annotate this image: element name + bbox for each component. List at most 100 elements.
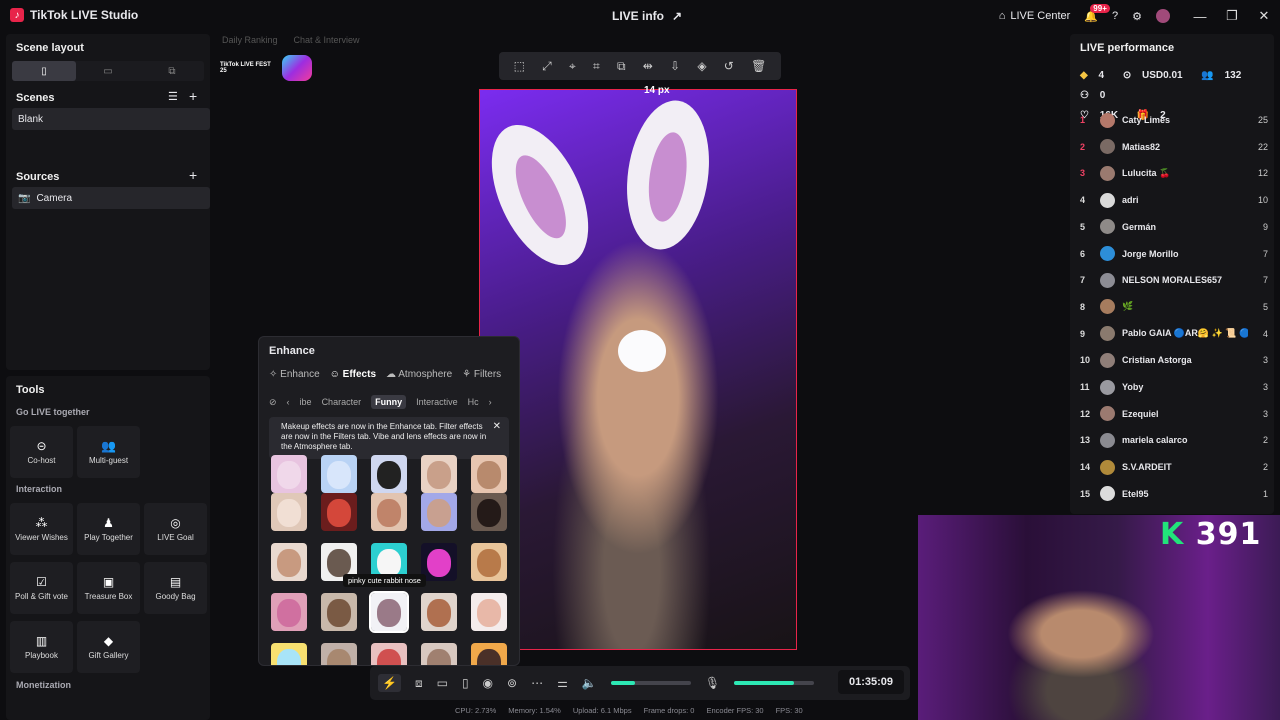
- leaderboard-row[interactable]: 15 Etel95 1: [1080, 484, 1268, 504]
- chat-interview-tab[interactable]: Chat & Interview: [294, 35, 360, 45]
- chevron-left-icon[interactable]: ‹: [287, 397, 290, 407]
- no-effect-icon[interactable]: ⊘: [269, 397, 277, 408]
- copy-icon[interactable]: ⧉: [617, 59, 626, 74]
- mic-slider[interactable]: [734, 681, 815, 685]
- leaderboard-row[interactable]: 6 Jorge Morillo 7: [1080, 244, 1268, 264]
- leaderboard-row[interactable]: 10 Cristian Astorga 3: [1080, 350, 1268, 370]
- speaker-icon[interactable]: 🔈: [582, 676, 597, 690]
- minimize-button[interactable]: —: [1184, 9, 1216, 24]
- tab-effects[interactable]: ☺ Effects: [330, 369, 376, 380]
- effect-thumbnail[interactable]: [421, 455, 457, 493]
- chevron-right-icon[interactable]: ›: [489, 397, 492, 407]
- playbook-button[interactable]: ▥ Playbook: [10, 621, 73, 673]
- leaderboard-row[interactable]: 12 Ezequiel 3: [1080, 404, 1268, 424]
- effect-thumbnail[interactable]: [321, 455, 357, 493]
- notifications-button[interactable]: 🔔 99+: [1084, 3, 1110, 23]
- effect-thumbnail[interactable]: [471, 593, 507, 631]
- effect-thumbnail[interactable]: [471, 493, 507, 531]
- phone-icon[interactable]: ▯: [462, 676, 469, 690]
- crop-icon[interactable]: ⌗: [593, 59, 600, 74]
- category-interactive[interactable]: Interactive: [416, 397, 458, 407]
- trash-icon[interactable]: 🗑: [751, 59, 766, 73]
- layout-landscape-button[interactable]: ▭: [76, 61, 140, 81]
- live-info-button[interactable]: LIVE info ↗: [612, 9, 682, 23]
- daily-ranking-tab[interactable]: Daily Ranking: [222, 35, 278, 45]
- effect-thumbnail[interactable]: [421, 543, 457, 581]
- tab-atmosphere[interactable]: ☁ Atmosphere: [386, 369, 452, 380]
- viewer-wishes-button[interactable]: ⁂ Viewer Wishes: [10, 503, 73, 555]
- expand-icon[interactable]: ⤢: [542, 59, 552, 74]
- effect-thumbnail[interactable]: [321, 493, 357, 531]
- treasure-box-button[interactable]: ▣ Treasure Box: [77, 562, 140, 614]
- leaderboard-row[interactable]: 13 mariela calarco 2: [1080, 430, 1268, 450]
- leaderboard-row[interactable]: 5 Germán 9: [1080, 217, 1268, 237]
- layers-icon[interactable]: ◈: [697, 59, 706, 73]
- effect-thumbnail[interactable]: [371, 455, 407, 493]
- effect-thumbnail[interactable]: [271, 593, 307, 631]
- rotate-icon[interactable]: ↺: [724, 59, 734, 73]
- goody-bag-button[interactable]: ▤ Goody Bag: [144, 562, 207, 614]
- leaderboard-row[interactable]: 3 Lulucita 🍒 12: [1080, 163, 1268, 183]
- leaderboard-row[interactable]: 9 Pablo GAIA 🔵AR🤗 ✨ 📜 🔵 4: [1080, 324, 1268, 344]
- maximize-button[interactable]: ❐: [1216, 8, 1248, 24]
- tab-filters[interactable]: ⚘ Filters: [462, 369, 501, 380]
- category-vibe[interactable]: ibe: [300, 397, 312, 407]
- media-icon[interactable]: ▭: [437, 676, 448, 690]
- leaderboard-row[interactable]: 1 Caty Limes 25: [1080, 110, 1268, 130]
- effect-thumbnail[interactable]: [271, 455, 307, 493]
- align-icon[interactable]: ⇩: [670, 59, 680, 73]
- category-funny[interactable]: Funny: [371, 395, 407, 409]
- add-source-button[interactable]: +: [189, 167, 197, 183]
- effect-thumbnail[interactable]: [421, 643, 457, 665]
- effect-thumbnail[interactable]: [271, 643, 307, 665]
- play-together-button[interactable]: ♟ Play Together: [77, 503, 140, 555]
- layout-portrait-button[interactable]: ▯: [12, 61, 76, 81]
- effect-thumbnail[interactable]: [421, 593, 457, 631]
- gift-gallery-button[interactable]: ◆ Gift Gallery: [77, 621, 140, 673]
- microphone-icon[interactable]: 🎙: [705, 676, 720, 690]
- avatar[interactable]: [1156, 9, 1170, 23]
- effect-thumbnail[interactable]: [421, 493, 457, 531]
- help-button[interactable]: ?: [1112, 10, 1118, 22]
- tab-enhance[interactable]: ✧ Enhance: [269, 369, 320, 380]
- scene-item[interactable]: Blank: [12, 108, 210, 130]
- close-button[interactable]: ✕: [1248, 8, 1280, 24]
- screenshot-icon[interactable]: ⊚: [507, 676, 517, 690]
- record-icon[interactable]: ◉: [483, 676, 493, 690]
- settings-button[interactable]: ⚙: [1132, 10, 1142, 23]
- source-item[interactable]: 📷 Camera: [12, 187, 210, 209]
- multi-guest-button[interactable]: 👥 Multi-guest: [77, 426, 140, 478]
- category-more[interactable]: Hc: [468, 397, 479, 407]
- mixer-icon[interactable]: ⚌: [557, 676, 568, 690]
- effect-thumbnail[interactable]: [369, 591, 409, 633]
- effect-thumbnail[interactable]: [321, 593, 357, 631]
- volume-slider[interactable]: [610, 681, 691, 685]
- leaderboard-row[interactable]: 11 Yoby 3: [1080, 377, 1268, 397]
- flip-icon[interactable]: ⇹: [643, 59, 653, 73]
- effect-thumbnail[interactable]: [371, 493, 407, 531]
- more-icon[interactable]: ⋯: [531, 676, 543, 690]
- co-host-button[interactable]: ⊝ Co-host: [10, 426, 73, 478]
- live-center-button[interactable]: ⌂ LIVE Center: [999, 10, 1071, 22]
- live-goal-button[interactable]: ◎ LIVE Goal: [144, 503, 207, 555]
- leaderboard-row[interactable]: 7 NELSON MORALES657 7: [1080, 270, 1268, 290]
- select-icon[interactable]: ⬚: [514, 59, 525, 73]
- add-scene-button[interactable]: +: [189, 88, 197, 104]
- effect-thumbnail[interactable]: [371, 643, 407, 665]
- leaderboard-row[interactable]: 14 S.V.ARDEIT 2: [1080, 457, 1268, 477]
- close-icon[interactable]: ✕: [493, 422, 501, 432]
- effects-icon[interactable]: ⧈: [415, 676, 423, 691]
- scenes-list-icon[interactable]: ☰: [168, 90, 178, 103]
- center-icon[interactable]: ⌖: [569, 59, 576, 74]
- effect-thumbnail[interactable]: [271, 543, 307, 581]
- effect-thumbnail[interactable]: [321, 643, 357, 665]
- effect-thumbnail[interactable]: [471, 543, 507, 581]
- leaderboard-row[interactable]: 8 🌿 5: [1080, 297, 1268, 317]
- magic-wand-icon[interactable]: ⚡: [378, 674, 401, 692]
- category-character[interactable]: Character: [322, 397, 362, 407]
- effect-thumbnail[interactable]: [471, 643, 507, 665]
- effect-thumbnail[interactable]: [471, 455, 507, 493]
- layout-multi-button[interactable]: ⧉: [140, 61, 204, 81]
- leaderboard-row[interactable]: 4 adri 10: [1080, 190, 1268, 210]
- leaderboard-row[interactable]: 2 Matias82 22: [1080, 137, 1268, 157]
